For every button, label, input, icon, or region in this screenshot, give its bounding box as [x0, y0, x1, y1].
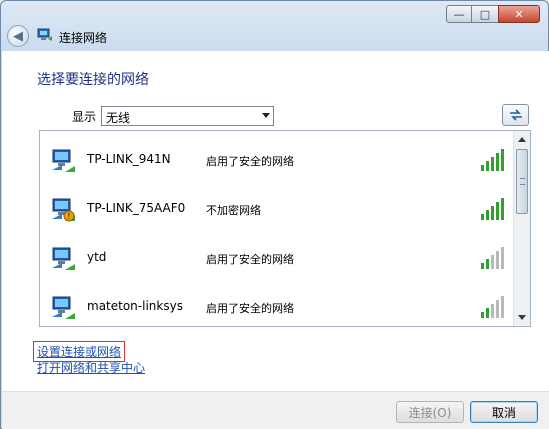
show-label: 显示	[72, 110, 97, 124]
title-bar: — □ ✕ ◀ 连接网络	[1, 1, 548, 51]
dialog-footer: 连接(O) 取消	[2, 391, 549, 429]
signal-bar	[481, 165, 484, 171]
back-arrow-icon: ◀	[13, 28, 23, 44]
signal-bar	[486, 259, 489, 269]
network-ssid: ytd	[87, 250, 107, 264]
show-filter-value: 无线	[106, 111, 131, 125]
show-filter-select[interactable]: 无线	[101, 106, 274, 126]
signal-bar	[496, 202, 499, 220]
maximize-button[interactable]: □	[472, 5, 498, 23]
network-list-item[interactable]: mateton-linksys 启用了安全的网络	[40, 282, 514, 326]
network-security: 启用了安全的网络	[206, 302, 294, 315]
scroll-grip	[520, 178, 525, 185]
scroll-thumb[interactable]	[516, 149, 528, 214]
scroll-down-button[interactable]	[514, 309, 530, 326]
page-heading: 选择要连接的网络	[37, 72, 149, 88]
cancel-button[interactable]: 取消	[470, 401, 538, 423]
signal-bar	[486, 210, 489, 220]
signal-bar	[496, 251, 499, 269]
network-security: 启用了安全的网络	[206, 253, 294, 266]
network-app-icon	[37, 28, 52, 41]
chevron-up-icon	[518, 137, 526, 142]
svg-text:!: !	[67, 212, 70, 221]
signal-bar	[496, 300, 499, 318]
signal-bar	[486, 308, 489, 318]
network-list: TP-LINK_941N 启用了安全的网络! TP-LINK_75AAF0 不加密网络…	[39, 130, 531, 327]
signal-bar	[491, 304, 494, 318]
network-ssid: mateton-linksys	[87, 299, 183, 313]
signal-bar	[491, 206, 494, 220]
signal-bar	[486, 161, 489, 171]
signal-strength-icon	[481, 198, 504, 220]
signal-bar	[481, 312, 484, 318]
signal-bar	[491, 255, 494, 269]
signal-strength-icon	[481, 149, 504, 171]
chevron-down-icon	[262, 113, 270, 118]
network-list-item[interactable]: ytd 启用了安全的网络	[40, 233, 514, 282]
network-list-item[interactable]: TP-LINK_941N 启用了安全的网络	[40, 135, 514, 184]
signal-bar	[501, 296, 504, 318]
window-controls: — □ ✕	[446, 5, 540, 23]
signal-bar	[481, 214, 484, 220]
signal-bar	[501, 198, 504, 220]
network-list-item[interactable]: ! TP-LINK_75AAF0 不加密网络	[40, 184, 514, 233]
network-computer-icon	[52, 296, 75, 319]
network-ssid: TP-LINK_941N	[87, 152, 171, 166]
signal-bar	[496, 153, 499, 171]
close-button[interactable]: ✕	[498, 5, 540, 23]
refresh-button[interactable]	[502, 104, 529, 126]
network-computer-icon	[52, 247, 75, 270]
network-center-link[interactable]: 打开网络和共享中心	[37, 359, 145, 376]
signal-strength-icon	[481, 296, 504, 318]
network-security: 启用了安全的网络	[206, 155, 294, 168]
connect-button[interactable]: 连接(O)	[396, 401, 464, 423]
scroll-up-button[interactable]	[514, 131, 530, 148]
window-title: 连接网络	[59, 31, 108, 45]
signal-bar	[491, 157, 494, 171]
signal-bar	[481, 263, 484, 269]
refresh-icon	[509, 109, 522, 121]
network-computer-icon	[52, 149, 75, 172]
network-computer-icon: !	[52, 198, 75, 222]
chevron-down-icon	[518, 315, 526, 320]
signal-bar	[501, 247, 504, 269]
list-scrollbar[interactable]	[513, 131, 530, 326]
connect-network-window: — □ ✕ ◀ 连接网络 选择要连接的网络 显示 无线 TP-LINK_941N…	[0, 0, 549, 429]
network-security: 不加密网络	[206, 204, 261, 217]
back-button[interactable]: ◀	[7, 25, 29, 47]
network-ssid: TP-LINK_75AAF0	[87, 201, 186, 215]
dialog-content: 选择要连接的网络 显示 无线 TP-LINK_941N 启用了安全的网络! TP-L…	[2, 51, 549, 391]
signal-bar	[501, 149, 504, 171]
minimize-button[interactable]: —	[446, 5, 472, 23]
signal-strength-icon	[481, 247, 504, 269]
